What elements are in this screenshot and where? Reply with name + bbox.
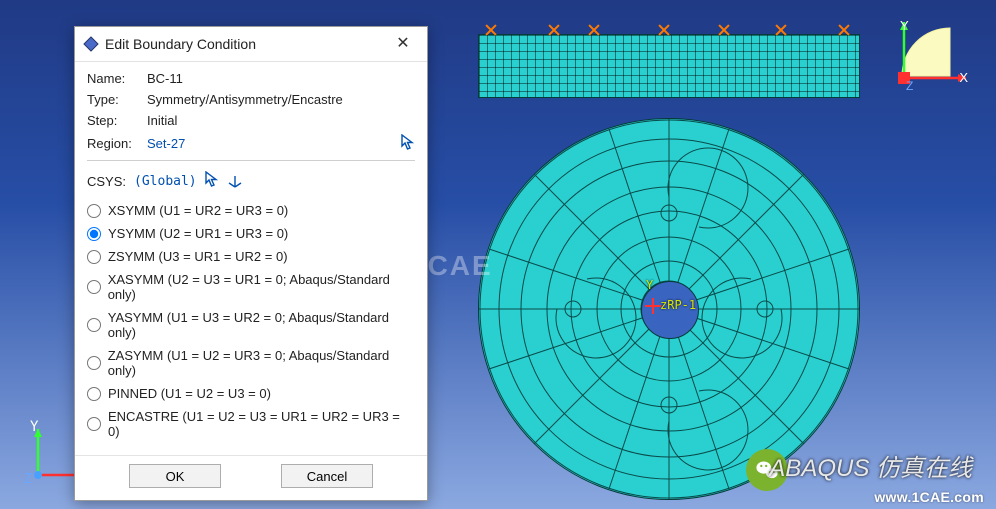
- create-csys-icon[interactable]: [227, 173, 243, 189]
- bc-option-label: YASYMM (U1 = U3 = UR2 = 0; Abaqus/Standa…: [108, 310, 415, 340]
- bc-option-radio[interactable]: [87, 250, 101, 264]
- bc-option-radio[interactable]: [87, 280, 101, 294]
- gizmo-z-label: Z: [906, 79, 913, 93]
- svg-text:Y: Y: [30, 419, 39, 435]
- bc-option[interactable]: YASYMM (U1 = U3 = UR2 = 0; Abaqus/Standa…: [87, 306, 415, 344]
- bc-option[interactable]: PINNED (U1 = U2 = U3 = 0): [87, 382, 415, 405]
- bc-option[interactable]: YSYMM (U2 = UR1 = UR3 = 0): [87, 222, 415, 245]
- bc-option[interactable]: ZSYMM (U3 = UR1 = UR2 = 0): [87, 245, 415, 268]
- dialog-title: Edit Boundary Condition: [105, 36, 389, 52]
- bc-symbol: [544, 20, 564, 40]
- cancel-button[interactable]: Cancel: [281, 464, 373, 488]
- bc-symbol: [481, 20, 501, 40]
- bc-symbol: [654, 20, 674, 40]
- ok-button[interactable]: OK: [129, 464, 221, 488]
- bc-symbol: [714, 20, 734, 40]
- view-cube-gizmo[interactable]: X Y Z: [892, 18, 972, 98]
- bc-option-label: YSYMM (U2 = UR1 = UR3 = 0): [108, 226, 288, 241]
- label-csys: CSYS:: [87, 174, 126, 189]
- bc-option-radio[interactable]: [87, 318, 101, 332]
- bc-option-radio[interactable]: [87, 204, 101, 218]
- dialog-icon: [83, 36, 99, 52]
- label-region: Region:: [87, 136, 147, 151]
- bc-option-radio[interactable]: [87, 417, 101, 431]
- bc-option-radio[interactable]: [87, 356, 101, 370]
- bc-option-label: ZASYMM (U1 = U2 = UR3 = 0; Abaqus/Standa…: [108, 348, 415, 378]
- url-label: www.1CAE.com: [874, 489, 984, 505]
- pick-region-icon[interactable]: [401, 134, 415, 153]
- brand-label: ABAQUS 仿真在线: [769, 448, 972, 483]
- bc-option-label: ENCASTRE (U1 = U2 = U3 = UR1 = UR2 = UR3…: [108, 409, 415, 439]
- value-step: Initial: [147, 113, 415, 128]
- bc-option-label: PINNED (U1 = U2 = U3 = 0): [108, 386, 271, 401]
- bc-option[interactable]: ENCASTRE (U1 = U2 = U3 = UR1 = UR2 = UR3…: [87, 405, 415, 443]
- edit-bc-dialog: Edit Boundary Condition ✕ Name: BC-11 Ty…: [74, 26, 428, 501]
- svg-text:Z: Z: [24, 472, 32, 487]
- center-hole: [641, 281, 699, 339]
- bc-option-radio[interactable]: [87, 227, 101, 241]
- bc-option-label: XSYMM (U1 = UR2 = UR3 = 0): [108, 203, 288, 218]
- mesh-side-view: [478, 34, 860, 98]
- bc-option-label: XASYMM (U2 = U3 = UR1 = 0; Abaqus/Standa…: [108, 272, 415, 302]
- bc-symbol: [834, 20, 854, 40]
- value-name: BC-11: [147, 71, 415, 86]
- bc-option[interactable]: ZASYMM (U1 = U2 = UR3 = 0; Abaqus/Standa…: [87, 344, 415, 382]
- bc-option[interactable]: XASYMM (U2 = U3 = UR1 = 0; Abaqus/Standa…: [87, 268, 415, 306]
- bc-symbol: [771, 20, 791, 40]
- label-type: Type:: [87, 92, 147, 107]
- value-type: Symmetry/Antisymmetry/Encastre: [147, 92, 415, 107]
- gizmo-x-label: X: [959, 70, 968, 85]
- dialog-body: Name: BC-11 Type: Symmetry/Antisymmetry/…: [75, 62, 427, 455]
- bc-option-label: ZSYMM (U3 = UR1 = UR2 = 0): [108, 249, 288, 264]
- mesh-top-view: [478, 118, 860, 500]
- bc-option-radio[interactable]: [87, 387, 101, 401]
- value-region[interactable]: Set-27: [147, 136, 393, 151]
- dialog-titlebar[interactable]: Edit Boundary Condition ✕: [75, 27, 427, 62]
- label-name: Name:: [87, 71, 147, 86]
- bc-type-radio-group: XSYMM (U1 = UR2 = UR3 = 0) YSYMM (U2 = UR…: [87, 197, 415, 451]
- gizmo-y-label: Y: [900, 18, 909, 33]
- value-csys: (Global): [134, 174, 197, 189]
- label-step: Step:: [87, 113, 147, 128]
- close-button[interactable]: ✕: [389, 33, 417, 55]
- viewport[interactable]: Y zRP-1 X Y Z X Y Z 1CAE: [0, 0, 996, 509]
- bc-option[interactable]: XSYMM (U1 = UR2 = UR3 = 0): [87, 199, 415, 222]
- pick-csys-icon[interactable]: [205, 171, 219, 191]
- bc-symbol: [584, 20, 604, 40]
